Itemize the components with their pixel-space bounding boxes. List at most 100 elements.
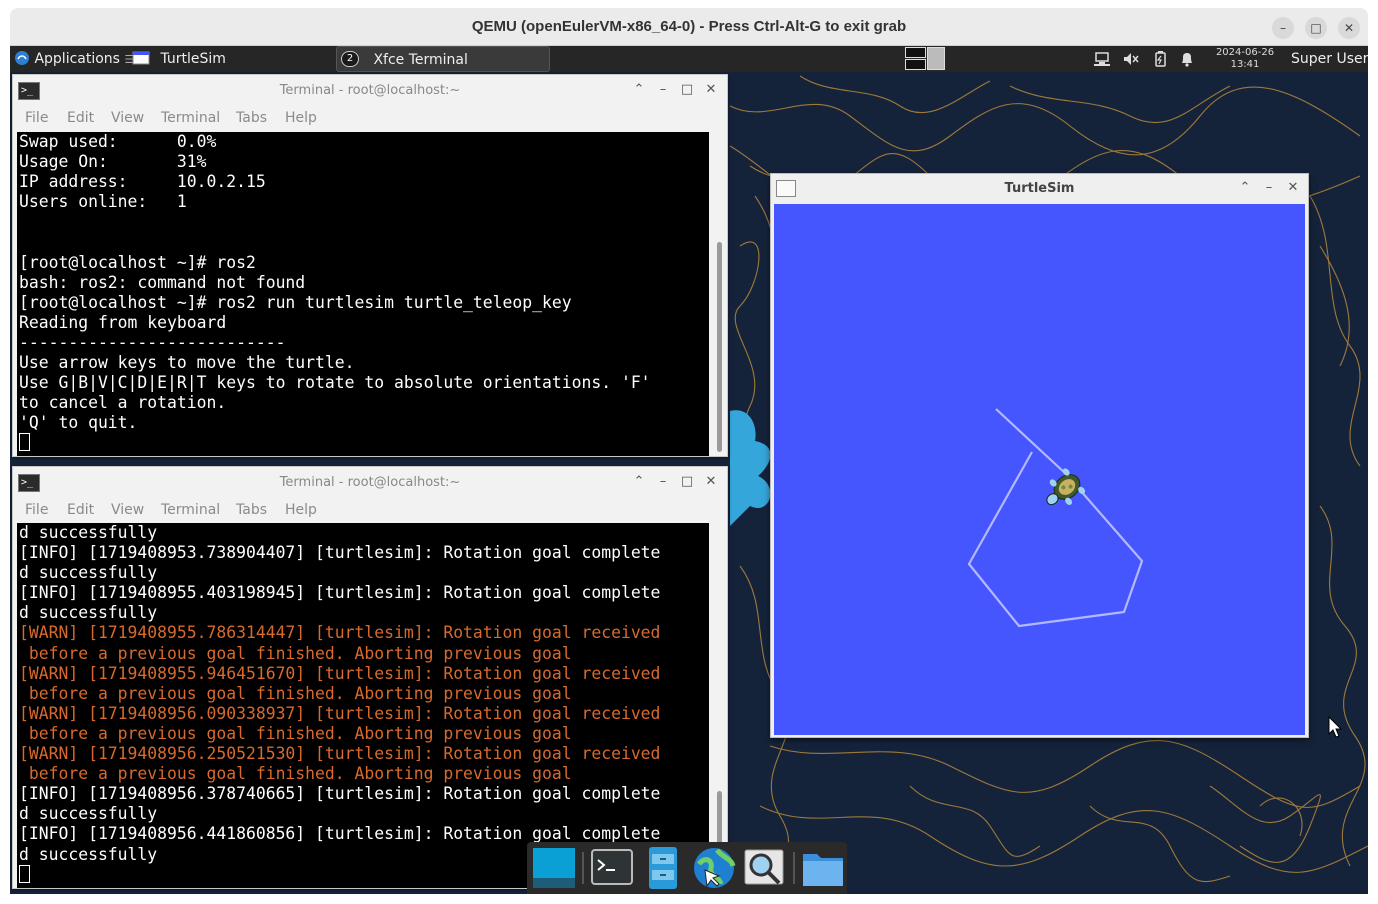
- menu-terminal[interactable]: Terminal: [161, 110, 220, 126]
- terminal-prompt-line: [19, 433, 709, 453]
- terminal-line: Swap used: 0.0%: [19, 132, 217, 151]
- maximize-icon[interactable]: □: [1305, 17, 1327, 39]
- terminal-line: d successfully: [19, 804, 158, 824]
- terminal-cursor: [19, 433, 30, 452]
- terminal-title: Terminal - root@localhost:~: [279, 83, 461, 98]
- terminal-window-bottom[interactable]: >_ Terminal - root@localhost:~ ⌃ – □ ✕ F…: [12, 466, 728, 889]
- terminal-line: [INFO] [1719408953.738904407] [turtlesim…: [19, 543, 661, 563]
- menu-tabs[interactable]: Tabs: [236, 110, 267, 126]
- terminal-line: Usage On: 31%: [19, 152, 207, 172]
- terminal-scrollbar[interactable]: [714, 523, 724, 888]
- terminal-line: before a previous goal finished. Abortin…: [19, 764, 572, 784]
- terminal-line: 'Q' to quit.: [19, 413, 138, 433]
- terminal-line: ---------------------------: [19, 332, 286, 352]
- window-shade-icon[interactable]: ⌃: [1237, 180, 1253, 196]
- terminal-group-icon: 2: [341, 51, 361, 67]
- task-button-turtlesim[interactable]: TurtleSim: [128, 46, 333, 72]
- notification-bell-icon[interactable]: [1179, 51, 1195, 67]
- menu-help[interactable]: Help: [285, 502, 317, 518]
- menu-file[interactable]: File: [25, 110, 48, 126]
- workspace-1[interactable]: [905, 47, 926, 58]
- terminal-line: [root@localhost ~]# ros2 run turtlesim t…: [19, 292, 572, 312]
- terminal-line: to cancel a rotation.: [19, 393, 227, 413]
- panel-clock[interactable]: 2024-06-26 13:41: [1206, 47, 1284, 71]
- terminal-icon[interactable]: [589, 846, 635, 890]
- terminal-output[interactable]: d successfully [INFO] [1719408953.7389044…: [17, 523, 709, 888]
- workspace-2[interactable]: [927, 47, 945, 70]
- terminal-scrollbar[interactable]: [714, 132, 724, 456]
- turtlesim-window-icon: [132, 51, 150, 65]
- window-minimize-icon[interactable]: –: [655, 82, 671, 98]
- network-icon[interactable]: [1094, 51, 1110, 67]
- applications-label: Applications: [34, 51, 120, 67]
- terminal-line: Use arrow keys to move the turtle.: [19, 353, 355, 373]
- turtlesim-titlebar[interactable]: TurtleSim ⌃ – ✕: [771, 174, 1308, 203]
- terminal-line: before a previous goal finished. Abortin…: [19, 683, 572, 703]
- terminal-line: Users online: 1: [19, 192, 187, 212]
- terminal-scrollbar-thumb[interactable]: [717, 242, 722, 452]
- clock-time: 13:41: [1230, 59, 1260, 70]
- window-shade-icon[interactable]: ⌃: [631, 82, 647, 98]
- window-maximize-icon[interactable]: □: [679, 474, 695, 490]
- app-finder-icon[interactable]: [741, 846, 787, 890]
- volume-muted-icon[interactable]: [1123, 51, 1139, 67]
- minimize-icon[interactable]: –: [1272, 17, 1294, 39]
- menu-edit[interactable]: Edit: [67, 110, 94, 126]
- task-count-badge: 2: [341, 51, 359, 67]
- user-menu[interactable]: Super User: [1291, 46, 1368, 72]
- window-minimize-icon[interactable]: –: [655, 474, 671, 490]
- terminal-line: [WARN] [1719408955.786314447] [turtlesim…: [19, 623, 661, 643]
- task-button-xfce-terminal[interactable]: 2 Xfce Terminal: [336, 46, 550, 72]
- file-manager-icon[interactable]: [640, 846, 686, 890]
- xfce-panel: Applications ☰ TurtleSim 2 Xfce Terminal…: [10, 46, 1368, 72]
- window-close-icon[interactable]: ✕: [703, 474, 719, 490]
- terminal-titlebar[interactable]: >_ Terminal - root@localhost:~ ⌃ – □ ✕: [13, 75, 727, 107]
- window-close-icon[interactable]: ✕: [703, 82, 719, 98]
- menu-file[interactable]: File: [25, 502, 48, 518]
- show-desktop-icon[interactable]: [531, 846, 577, 890]
- folder-icon[interactable]: [800, 846, 846, 890]
- terminal-line: [INFO] [1719408956.378740665] [turtlesim…: [19, 784, 661, 804]
- terminal-line: Reading from keyboard: [19, 312, 227, 332]
- turtle-icon: [1046, 468, 1086, 506]
- terminal-output[interactable]: Swap used: 0.0% Usage On: 31% IP address: …: [17, 132, 709, 456]
- xfce-logo-icon: [15, 51, 29, 65]
- menu-terminal[interactable]: Terminal: [161, 502, 220, 518]
- workspace-3[interactable]: [905, 59, 926, 70]
- terminal-line: [INFO] [1719408955.403198945] [turtlesim…: [19, 583, 661, 603]
- terminal-line: before a previous goal finished. Abortin…: [19, 723, 572, 743]
- dock-separator: [582, 852, 584, 884]
- menu-edit[interactable]: Edit: [67, 502, 94, 518]
- terminal-menubar: File Edit View Terminal Tabs Help: [13, 107, 727, 131]
- terminal-title: Terminal - root@localhost:~: [279, 475, 461, 490]
- workspace-switcher[interactable]: [905, 47, 949, 71]
- window-shade-icon[interactable]: ⌃: [631, 474, 647, 490]
- task-label-xfce-terminal: Xfce Terminal: [373, 52, 468, 68]
- terminal-line: Use G|B|V|C|D|E|R|T keys to rotate to ab…: [19, 373, 651, 393]
- window-minimize-icon[interactable]: –: [1261, 180, 1277, 196]
- terminal-line: d successfully: [19, 603, 158, 623]
- terminal-line: d successfully: [19, 523, 158, 542]
- turtlesim-window[interactable]: TurtleSim ⌃ – ✕: [770, 173, 1309, 738]
- menu-view[interactable]: View: [111, 502, 144, 518]
- window-maximize-icon[interactable]: □: [679, 82, 695, 98]
- terminal-line: [WARN] [1719408956.090338937] [turtlesim…: [19, 703, 661, 723]
- window-close-icon[interactable]: ✕: [1285, 180, 1301, 196]
- close-icon[interactable]: ✕: [1338, 17, 1360, 39]
- menu-tabs[interactable]: Tabs: [236, 502, 267, 518]
- turtlesim-canvas[interactable]: [774, 204, 1305, 735]
- clock-date: 2024-06-26: [1215, 47, 1275, 58]
- terminal-window-top[interactable]: >_ Terminal - root@localhost:~ ⌃ – □ ✕ F…: [12, 74, 728, 457]
- menu-view[interactable]: View: [111, 110, 144, 126]
- battery-icon[interactable]: [1152, 51, 1168, 67]
- applications-menu[interactable]: Applications ☰: [14, 46, 134, 72]
- qemu-titlebar[interactable]: QEMU (openEulerVM-x86_64-0) - Press Ctrl…: [10, 8, 1368, 46]
- menu-help[interactable]: Help: [285, 110, 317, 126]
- terminal-titlebar[interactable]: >_ Terminal - root@localhost:~ ⌃ – □ ✕: [13, 467, 727, 499]
- web-browser-icon[interactable]: [691, 846, 737, 890]
- terminal-cursor: [19, 864, 30, 883]
- terminal-line: [WARN] [1719408955.946451670] [turtlesim…: [19, 663, 661, 683]
- terminal-line: IP address: 10.0.2.15: [19, 172, 266, 192]
